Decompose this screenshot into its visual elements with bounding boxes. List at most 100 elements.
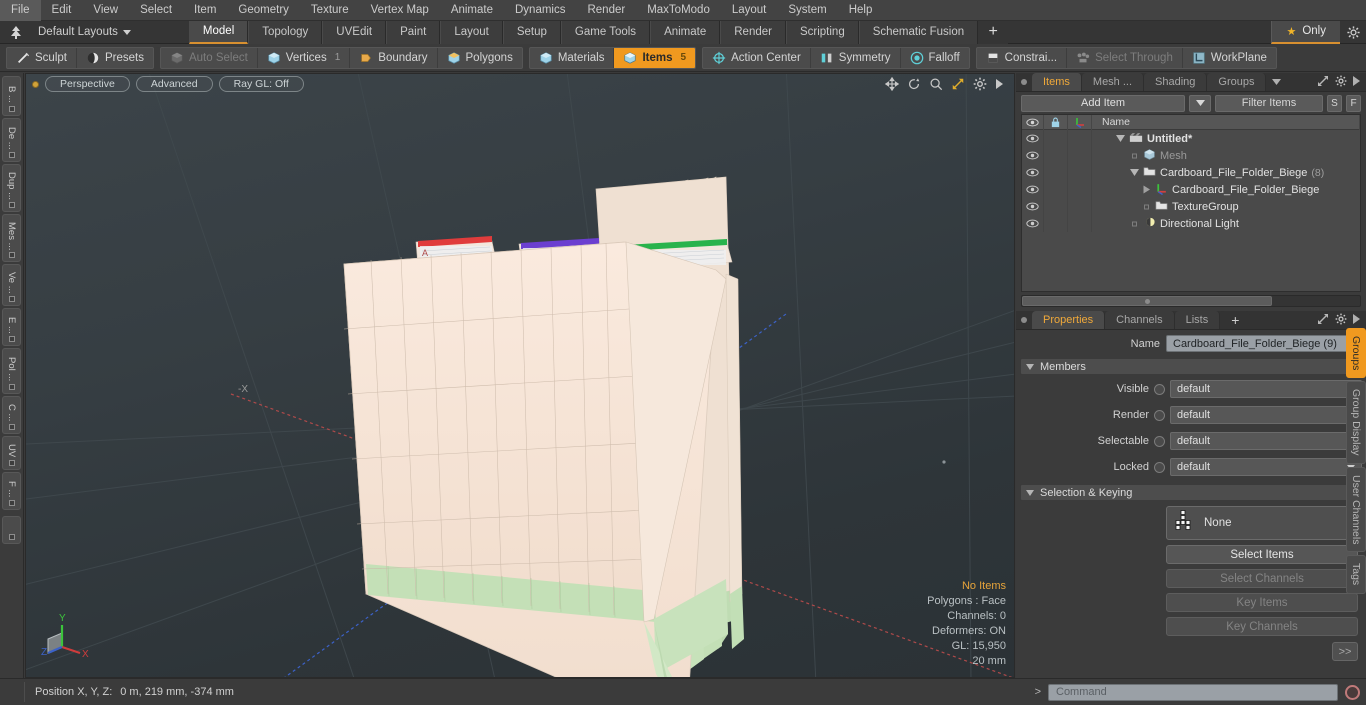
- axis-gizmo[interactable]: Y X Z: [40, 603, 102, 663]
- key-channels-button[interactable]: Key Channels: [1166, 617, 1358, 636]
- toolbar-boundary-button[interactable]: Boundary: [350, 47, 438, 68]
- filter-f-button[interactable]: F: [1346, 94, 1361, 112]
- toolbar-items-button[interactable]: Items 5: [614, 47, 696, 68]
- add-layout-tab-button[interactable]: +: [978, 20, 1009, 44]
- toolbar-vertices-button[interactable]: Vertices 1: [258, 47, 351, 68]
- menu-item-view[interactable]: View: [82, 0, 129, 21]
- row-lock-cell[interactable]: [1044, 164, 1068, 181]
- left-tab-curve[interactable]: C ...: [2, 396, 21, 434]
- rotate-icon[interactable]: [907, 77, 921, 94]
- only-toggle-button[interactable]: ★ Only: [1271, 20, 1340, 44]
- vtab-groups[interactable]: Groups: [1346, 328, 1366, 379]
- render-override-toggle[interactable]: [1154, 409, 1165, 421]
- tree-item-mesh[interactable]: Mesh: [1092, 148, 1360, 164]
- layout-tab-game-tools[interactable]: Game Tools: [560, 20, 651, 44]
- toolbar-falloff-button[interactable]: Falloff: [901, 48, 969, 68]
- command-input[interactable]: Command: [1048, 683, 1338, 701]
- menu-item-layout[interactable]: Layout: [721, 0, 778, 21]
- row-lock-cell[interactable]: [1044, 198, 1068, 215]
- menu-item-geometry[interactable]: Geometry: [227, 0, 300, 21]
- items-panel-chevron-right-icon[interactable]: [1353, 75, 1360, 89]
- members-section-header[interactable]: Members: [1020, 358, 1362, 375]
- add-item-button[interactable]: Add Item: [1021, 94, 1185, 112]
- row-transform-cell[interactable]: [1068, 130, 1092, 147]
- record-macro-button[interactable]: [1345, 684, 1360, 700]
- menu-item-vertex-map[interactable]: Vertex Map: [360, 0, 440, 21]
- menu-item-item[interactable]: Item: [183, 0, 227, 21]
- visible-override-toggle[interactable]: [1154, 383, 1165, 395]
- left-tab-fusion[interactable]: F ...: [2, 472, 21, 510]
- twisty-down-icon[interactable]: [1116, 134, 1125, 143]
- viewport-projection-button[interactable]: Perspective: [45, 76, 130, 92]
- layout-tab-uvedit[interactable]: UVEdit: [322, 20, 387, 44]
- toolbar-auto-select-button[interactable]: Auto Select: [161, 47, 258, 68]
- viewport-menu-dot-icon[interactable]: [32, 80, 39, 88]
- left-tab-basic[interactable]: B ...: [2, 76, 21, 116]
- row-transform-cell[interactable]: [1068, 164, 1092, 181]
- twisty-right-icon[interactable]: [1142, 185, 1151, 194]
- tree-item-directional-light[interactable]: Directional Light: [1092, 216, 1360, 231]
- menu-item-edit[interactable]: Edit: [41, 0, 83, 21]
- row-transform-cell[interactable]: [1068, 215, 1092, 232]
- zoom-icon[interactable]: [929, 77, 943, 94]
- default-layouts-dropdown[interactable]: Default Layouts: [32, 22, 137, 43]
- menu-item-render[interactable]: Render: [576, 0, 636, 21]
- items-tree[interactable]: Name Untitled* Mesh Cardboard_File_Folde…: [1021, 114, 1361, 292]
- filter-items-input[interactable]: Filter Items: [1215, 94, 1323, 112]
- layout-tab-animate[interactable]: Animate: [650, 20, 721, 44]
- maximize-panel-icon[interactable]: [1317, 313, 1329, 328]
- tab-mesh[interactable]: Mesh ...: [1081, 73, 1145, 91]
- menu-item-select[interactable]: Select: [129, 0, 183, 21]
- tree-item-cardboard-group[interactable]: Cardboard_File_Folder_Biege (8): [1092, 166, 1360, 180]
- filter-s-button[interactable]: S: [1327, 94, 1342, 112]
- tree-item-untitled[interactable]: Untitled*: [1092, 132, 1360, 146]
- select-items-button[interactable]: Select Items: [1166, 545, 1358, 564]
- select-channels-button[interactable]: Select Channels: [1166, 569, 1358, 588]
- table-row[interactable]: Cardboard_File_Folder_Biege (8): [1022, 164, 1360, 181]
- viewport-raygl-button[interactable]: Ray GL: Off: [218, 76, 304, 92]
- twisty-down-icon[interactable]: [1130, 168, 1139, 177]
- selection-set-dropdown[interactable]: None: [1166, 506, 1358, 540]
- toolbar-workplane-button[interactable]: WorkPlane: [1183, 48, 1276, 68]
- items-tree-scroll-thumb[interactable]: [1022, 296, 1273, 306]
- toolbar-constraints-button[interactable]: Constrai...: [977, 47, 1068, 68]
- table-row[interactable]: Directional Light: [1022, 215, 1360, 232]
- expand-properties-button[interactable]: >>: [1332, 642, 1358, 661]
- row-eye-icon[interactable]: [1022, 215, 1044, 232]
- tab-lists[interactable]: Lists: [1174, 311, 1221, 329]
- menu-item-maxtomodo[interactable]: MaxToModo: [636, 0, 721, 21]
- tab-channels[interactable]: Channels: [1105, 311, 1175, 329]
- menu-item-animate[interactable]: Animate: [440, 0, 504, 21]
- layout-tab-schematic-fusion[interactable]: Schematic Fusion: [858, 20, 979, 44]
- vtab-user-channels[interactable]: User Channels: [1346, 466, 1366, 553]
- row-lock-cell[interactable]: [1044, 215, 1068, 232]
- row-eye-icon[interactable]: [1022, 147, 1044, 164]
- toolbar-materials-button[interactable]: Materials: [530, 47, 615, 68]
- row-lock-cell[interactable]: [1044, 130, 1068, 147]
- row-transform-cell[interactable]: [1068, 181, 1092, 198]
- key-items-button[interactable]: Key Items: [1166, 593, 1358, 612]
- left-tab-uv[interactable]: UV: [2, 436, 21, 470]
- tab-properties[interactable]: Properties: [1032, 311, 1106, 329]
- tab-shading[interactable]: Shading: [1144, 73, 1208, 91]
- menu-item-system[interactable]: System: [777, 0, 837, 21]
- items-panel-menu-dot-icon[interactable]: [1016, 73, 1032, 91]
- table-row[interactable]: Cardboard_File_Folder_Biege: [1022, 181, 1360, 198]
- fit-icon[interactable]: [951, 77, 965, 94]
- locked-override-toggle[interactable]: [1154, 461, 1165, 473]
- layout-tab-render[interactable]: Render: [720, 20, 786, 44]
- render-dropdown[interactable]: default: [1170, 406, 1362, 424]
- group-name-input[interactable]: Cardboard_File_Folder_Biege (9): [1166, 335, 1362, 352]
- left-tab-duplicate[interactable]: Dup ...: [2, 164, 21, 212]
- toolbar-sculpt-button[interactable]: Sculpt: [7, 47, 77, 68]
- visible-dropdown[interactable]: default: [1170, 380, 1362, 398]
- vtab-group-display[interactable]: Group Display: [1346, 381, 1366, 464]
- items-tabs-overflow-chevron-down-icon[interactable]: [1266, 73, 1286, 91]
- vtab-tags[interactable]: Tags: [1346, 555, 1366, 594]
- layout-tab-setup[interactable]: Setup: [502, 20, 561, 44]
- left-tab-mesh-edit[interactable]: Mes ...: [2, 214, 21, 262]
- layout-tab-topology[interactable]: Topology: [248, 20, 323, 44]
- pan-icon[interactable]: [884, 76, 900, 94]
- layout-tab-scripting[interactable]: Scripting: [785, 20, 859, 44]
- row-eye-icon[interactable]: [1022, 198, 1044, 215]
